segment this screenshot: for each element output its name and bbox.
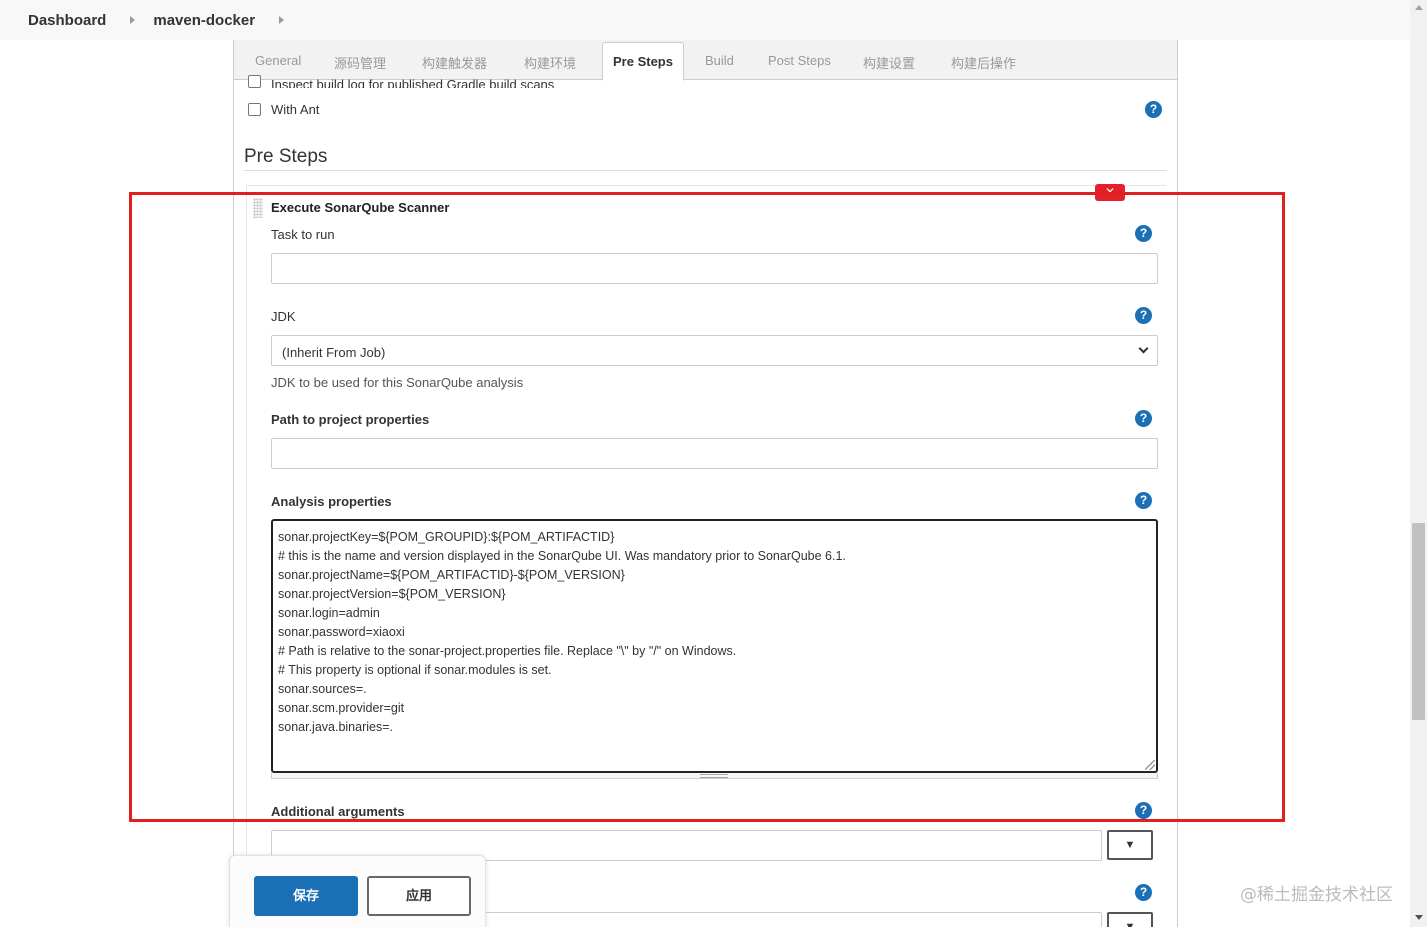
option-inspect-gradle: Inspect build log for published Gradle b… — [248, 74, 554, 88]
apply-button[interactable]: 应用 — [367, 876, 471, 916]
help-icon[interactable]: ? — [1135, 802, 1152, 819]
additional-args-label: Additional arguments — [271, 804, 405, 819]
scroll-down-icon[interactable] — [1415, 915, 1423, 920]
help-icon[interactable]: ? — [1135, 307, 1152, 324]
tab-build-settings[interactable]: 构建设置 — [863, 53, 915, 72]
resize-handle-icon[interactable] — [1145, 760, 1155, 770]
analysis-label: Analysis properties — [271, 494, 392, 509]
jenkins-config-page: Dashboard maven-docker General 源码管理 构建触发… — [0, 0, 1427, 927]
breadcrumb: Dashboard maven-docker — [0, 0, 1410, 40]
tab-general[interactable]: General — [255, 53, 301, 68]
jdk-select[interactable]: (Inherit From Job) — [271, 335, 1158, 366]
breadcrumb-dashboard[interactable]: Dashboard — [28, 12, 106, 29]
jdk-description: JDK to be used for this SonarQube analys… — [271, 375, 524, 390]
jdk-selected-value: (Inherit From Job) — [282, 345, 386, 360]
config-panel: General 源码管理 构建触发器 构建环境 Pre Steps Build … — [233, 40, 1178, 927]
vertical-scrollbar[interactable] — [1410, 0, 1427, 927]
option-with-ant: With Ant — [248, 102, 319, 117]
jdk-label: JDK — [271, 309, 296, 324]
help-icon[interactable]: ? — [1135, 492, 1152, 509]
delete-step-button[interactable]: ✕ — [1095, 184, 1125, 201]
scroll-up-icon[interactable] — [1415, 5, 1423, 10]
path-label: Path to project properties — [271, 412, 430, 427]
with-ant-checkbox[interactable] — [248, 103, 261, 116]
help-icon[interactable]: ? — [1135, 410, 1152, 427]
section-divider — [244, 170, 1167, 171]
analysis-properties-textarea[interactable]: sonar.projectKey=${POM_GROUPID}:${POM_AR… — [271, 519, 1158, 773]
task-input[interactable] — [271, 253, 1158, 284]
help-icon[interactable]: ? — [1135, 884, 1152, 901]
watermark: @稀土掘金技术社区 — [1240, 885, 1393, 905]
chevron-right-icon[interactable] — [279, 16, 285, 24]
chevron-right-icon[interactable] — [130, 16, 136, 24]
builder-title: Execute SonarQube Scanner — [271, 200, 450, 215]
tab-post-steps[interactable]: Post Steps — [768, 53, 831, 68]
tab-build-env[interactable]: 构建环境 — [524, 53, 576, 72]
breadcrumb-maven-docker[interactable]: maven-docker — [153, 12, 255, 29]
help-icon[interactable]: ? — [1135, 225, 1152, 242]
help-icon[interactable]: ? — [1145, 101, 1162, 118]
save-button[interactable]: 保存 — [254, 876, 358, 916]
tab-build[interactable]: Build — [705, 53, 734, 68]
section-title: Pre Steps — [244, 146, 328, 167]
textarea-expand-grip[interactable] — [271, 773, 1158, 779]
tab-scm[interactable]: 源码管理 — [334, 53, 386, 72]
tab-pre-steps[interactable]: Pre Steps — [602, 42, 684, 81]
next-field-dropdown-button[interactable]: ▼ — [1107, 912, 1153, 927]
with-ant-label: With Ant — [271, 102, 320, 117]
tab-build-triggers[interactable]: 构建触发器 — [422, 53, 487, 72]
inspect-gradle-checkbox[interactable] — [248, 75, 261, 88]
drag-handle-icon[interactable] — [253, 198, 263, 218]
chevron-down-icon — [1138, 343, 1149, 354]
scroll-thumb[interactable] — [1412, 523, 1425, 720]
additional-args-dropdown-button[interactable]: ▼ — [1107, 830, 1153, 860]
task-label: Task to run — [271, 227, 335, 242]
action-bar: 保存 应用 — [229, 855, 486, 927]
inspect-gradle-label: Inspect build log for published Gradle b… — [271, 77, 555, 88]
tab-post-build[interactable]: 构建后操作 — [951, 53, 1016, 72]
path-input[interactable] — [271, 438, 1158, 469]
